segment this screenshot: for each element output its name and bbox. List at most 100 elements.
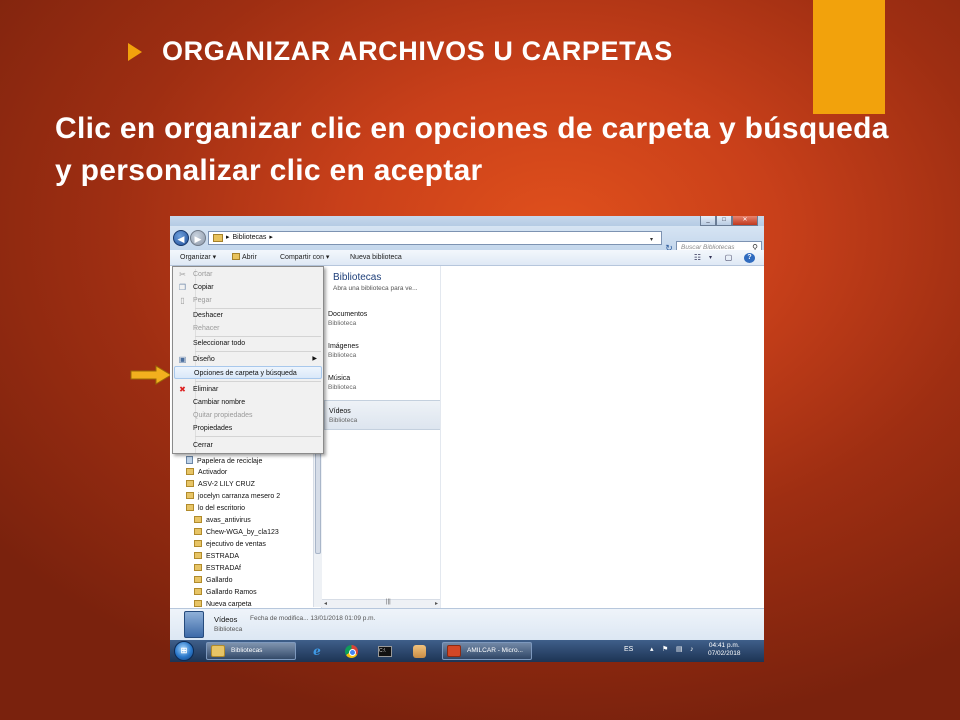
tray-expand-icon[interactable]: ▴ — [650, 644, 654, 656]
tree-item[interactable]: ESTRADAf — [194, 564, 241, 574]
folder-icon — [186, 468, 194, 475]
close-button[interactable]: ✕ — [732, 216, 758, 226]
open-button[interactable]: Abrir — [232, 253, 257, 263]
menu-item-close[interactable]: Cerrar — [174, 439, 322, 452]
language-indicator[interactable]: ES — [624, 644, 633, 656]
folder-icon — [194, 516, 202, 523]
folder-icon — [194, 564, 202, 571]
clock-date: 07/02/2018 — [708, 650, 741, 657]
menu-item-redo[interactable]: Rehacer — [174, 322, 322, 335]
tree-item[interactable]: ASV-2 LILY CRUZ — [186, 480, 255, 490]
explorer-screenshot: _ □ ✕ ◀ ▶ ▸ Bibliotecas ▸ ▾ ↻ Buscar Bib… — [170, 216, 764, 662]
library-item-images[interactable]: Imágenes Biblioteca — [324, 336, 441, 366]
task-powerpoint[interactable]: AMILCAR - Micro... — [442, 642, 532, 660]
folder-icon — [186, 504, 194, 511]
organize-button[interactable]: Organizar ▾ — [180, 253, 216, 263]
maximize-button[interactable]: □ — [716, 216, 732, 226]
menu-item-rename[interactable]: Cambiar nombre — [174, 396, 322, 409]
minimize-button[interactable]: _ — [700, 216, 716, 226]
address-path: Bibliotecas — [232, 234, 267, 241]
libraries-icon — [213, 234, 223, 242]
organize-menu: ✂ Cortar ❐ Copiar ▯ Pegar Deshacer Rehacer … — [172, 266, 324, 454]
share-with-button[interactable]: Compartir con ▾ — [280, 253, 329, 263]
tree-item-recycle-bin[interactable]: Papelera de reciclaje — [186, 456, 262, 467]
menu-item-properties[interactable]: Propiedades — [174, 422, 322, 435]
preview-pane-icon[interactable]: ▢ — [723, 253, 734, 263]
scroll-grip-icon[interactable]: ||| — [386, 599, 391, 605]
bullet-arrow-icon — [128, 42, 142, 61]
menu-item-remove-properties[interactable]: Quitar propiedades — [174, 409, 322, 422]
library-title: Bibliotecas — [333, 272, 382, 283]
library-item-videos[interactable]: Vídeos Biblioteca — [324, 400, 441, 430]
tree-item[interactable]: avas_antivirus — [194, 516, 251, 526]
tree-item[interactable]: Gallardo Ramos — [194, 588, 257, 598]
library-header: Bibliotecas Abra una biblioteca para ve.… — [333, 272, 418, 294]
folder-icon — [194, 528, 202, 535]
open-folder-icon — [232, 253, 240, 260]
system-clock[interactable]: 04:41 p.m. 07/02/2018 — [708, 642, 741, 658]
new-library-button[interactable]: Nueva biblioteca — [350, 253, 402, 263]
tree-item[interactable]: Chew-WGA_by_cla123 — [194, 528, 279, 538]
menu-separator — [195, 351, 321, 352]
command-toolbar: Organizar ▾ Abrir Compartir con ▾ Nueva … — [170, 250, 764, 266]
tree-item[interactable]: Gallardo — [194, 576, 232, 586]
folder-icon — [194, 540, 202, 547]
breadcrumb-separator-icon: ▸ — [226, 234, 230, 241]
menu-item-undo[interactable]: Deshacer — [174, 309, 322, 322]
layout-icon: ▣ — [178, 355, 187, 364]
back-button[interactable]: ◀ — [173, 230, 189, 246]
action-center-flag-icon[interactable]: ⚑ — [662, 644, 668, 656]
details-pane: Vídeos Biblioteca Fecha de modifica... 1… — [170, 608, 764, 640]
slide-instructions: Clic en organizar clic en opciones de ca… — [55, 112, 889, 187]
tree-item[interactable]: ESTRADA — [194, 552, 239, 562]
library-subtitle: Abra una biblioteca para ve... — [333, 285, 418, 292]
library-item-music[interactable]: Música Biblioteca — [324, 368, 441, 398]
folder-icon — [194, 552, 202, 559]
library-item-documents[interactable]: Documentos Biblioteca — [324, 304, 441, 334]
breadcrumb-chevron-icon: ▸ — [269, 234, 273, 241]
view-dropdown-icon[interactable]: ▾ — [705, 253, 716, 263]
start-button[interactable]: ⊞ — [174, 641, 194, 661]
submenu-arrow-icon: ▶ — [312, 356, 317, 362]
view-options-icon[interactable]: ☷ — [692, 253, 703, 263]
menu-item-copy[interactable]: ❐ Copiar — [174, 281, 322, 294]
volume-icon[interactable]: ♪ — [690, 644, 694, 656]
internet-explorer-icon[interactable]: e — [306, 642, 328, 660]
column-divider — [440, 266, 441, 608]
menu-item-layout[interactable]: ▣ Diseño ▶ — [174, 353, 322, 366]
copy-icon: ❐ — [178, 283, 187, 292]
address-bar[interactable]: ▸ Bibliotecas ▸ — [208, 231, 662, 245]
scroll-right-icon[interactable]: ▸ — [435, 600, 438, 607]
tree-item[interactable]: Activador — [186, 468, 227, 478]
address-dropdown-icon[interactable]: ▾ — [650, 236, 653, 243]
tree-item[interactable]: lo del escritorio — [186, 504, 245, 514]
menu-item-cut[interactable]: ✂ Cortar — [174, 268, 322, 281]
network-icon[interactable]: ▤ — [676, 644, 683, 656]
scroll-left-icon[interactable]: ◂ — [324, 600, 327, 607]
task-bibliotecas[interactable]: Bibliotecas — [206, 642, 296, 660]
scissors-icon: ✂ — [179, 270, 186, 279]
command-prompt-icon[interactable]: C:\ — [374, 642, 396, 660]
folder-icon — [194, 576, 202, 583]
details-type: Biblioteca — [214, 626, 243, 633]
menu-item-paste[interactable]: ▯ Pegar — [174, 294, 322, 307]
menu-item-select-all[interactable]: Seleccionar todo — [174, 337, 322, 350]
chrome-icon[interactable] — [340, 642, 362, 660]
window-titlebar: _ □ ✕ — [170, 216, 764, 226]
tree-item[interactable]: ejecutivo de ventas — [194, 540, 266, 550]
library-content-pane: Bibliotecas Abra una biblioteca para ve.… — [323, 266, 764, 608]
delete-icon: ✖ — [179, 385, 186, 394]
folder-icon — [194, 600, 202, 607]
paste-icon: ▯ — [180, 296, 185, 305]
powerpoint-icon — [447, 645, 461, 657]
forward-button[interactable]: ▶ — [190, 230, 206, 246]
content-hscrollbar[interactable]: ◂ ||| ▸ — [322, 599, 440, 608]
slide-heading: ORGANIZAR ARCHIVOS U CARPETAS — [128, 36, 673, 67]
help-icon[interactable]: ? — [744, 253, 755, 263]
user-accounts-icon[interactable] — [408, 642, 430, 660]
tree-item[interactable]: jocelyn carranza mesero 2 — [186, 492, 280, 502]
menu-item-delete[interactable]: ✖ Eliminar — [174, 383, 322, 396]
menu-item-folder-search-options[interactable]: Opciones de carpeta y búsqueda — [174, 366, 322, 379]
details-modified: Fecha de modifica... 13/01/2018 01:09 p.… — [250, 615, 376, 622]
address-row: ◀ ▶ ▸ Bibliotecas ▸ ▾ ↻ Buscar Bibliotec… — [170, 226, 764, 255]
